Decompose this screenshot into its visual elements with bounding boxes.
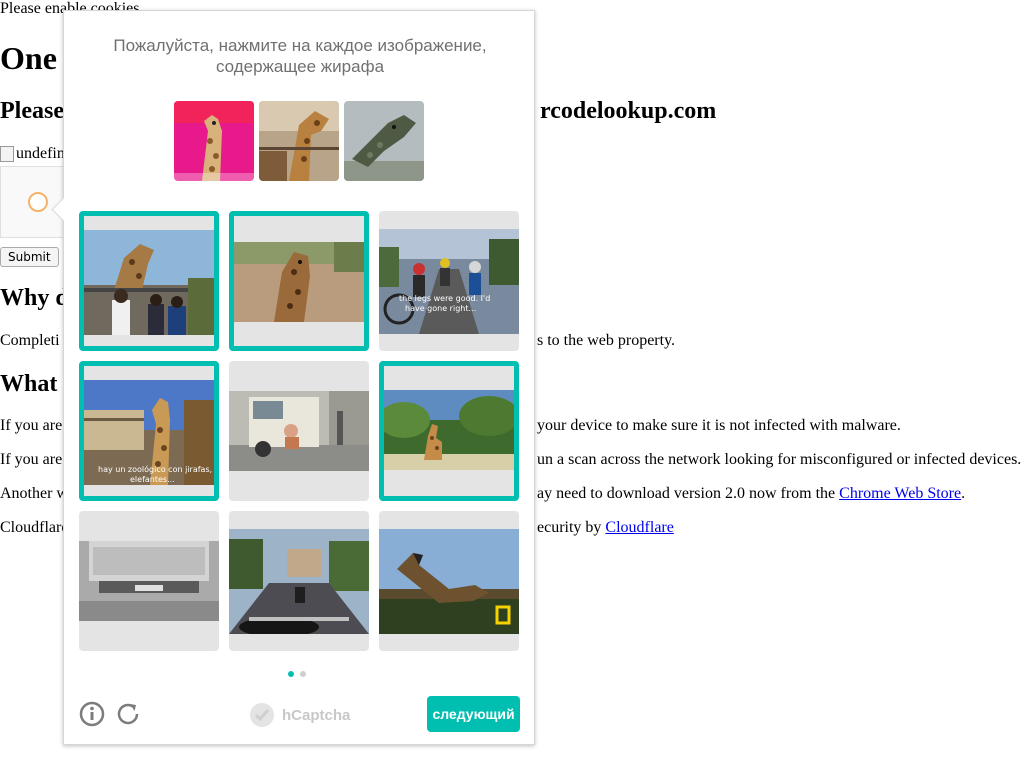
refresh-icon[interactable] [115,701,141,727]
cloudflare-link[interactable]: Cloudflare [605,519,673,536]
svg-text:hay un zoológico con jirafas,: hay un zoológico con jirafas, [98,464,212,474]
page-dot-1[interactable] [288,671,294,677]
broken-image-alt: undefin [16,145,65,162]
grid-tile-5[interactable] [229,361,369,501]
example-image-1 [174,101,254,181]
why-heading: Why d [0,285,69,311]
footer-icons [79,701,141,727]
malware-text-end: your device to make sure it is not infec… [537,417,901,434]
grid-tile-9[interactable] [379,511,519,651]
grid-tile-6[interactable] [379,361,519,501]
completing-text-end: s to the web property. [537,332,676,349]
network-text-end: un a scan across the network looking for… [537,451,1022,468]
info-icon[interactable] [79,701,105,727]
main-heading: One [0,40,57,76]
grid-tile-4[interactable]: hay un zoológico con jirafas, elefantes.… [79,361,219,501]
submit-button[interactable]: Submit [0,247,59,267]
another-text-start: Another w [0,485,68,502]
cloudflare-text-end-label: ecurity by [537,519,602,536]
example-image-3 [344,101,424,181]
svg-text:have gone right...: have gone right... [405,304,476,313]
broken-image-icon [0,146,14,162]
network-text-start: If you are [0,451,63,468]
grid-tile-7[interactable] [79,511,219,651]
hcaptcha-logo-icon [250,703,274,727]
broken-image: undefin [0,145,65,163]
challenge-prompt: Пожалуйста, нажмите на каждое изображени… [113,36,487,76]
next-button[interactable]: следующий [427,696,520,732]
page-indicator [288,671,306,677]
cloudflare-text-start: Cloudflare [0,519,69,536]
malware-text-start: If you are [0,417,63,434]
cloudflare-text-end: ecurity by Cloudflare [537,519,674,537]
another-text-end: ay need to download version 2.0 now from… [537,485,965,503]
example-images [174,101,424,181]
challenge-modal: Пожалуйста, нажмите на каждое изображени… [51,10,535,745]
svg-text:the legs were good. I'd: the legs were good. I'd [399,294,490,303]
completing-text-start: Completi [0,332,60,349]
grid-tile-1[interactable] [79,211,219,351]
svg-text:elefantes...: elefantes... [130,475,175,484]
example-image-2 [259,101,339,181]
hcaptcha-checkbox[interactable] [28,192,48,212]
hcaptcha-branding[interactable]: hCaptcha [248,701,350,729]
period: . [961,485,966,502]
domain-heading: rcodelookup.com [540,98,717,124]
hcaptcha-brand-label: hCaptcha [282,706,351,724]
what-heading: What [0,371,58,397]
page-dot-2[interactable] [300,671,306,677]
grid-tile-2[interactable] [229,211,369,351]
grid-tile-8[interactable] [229,511,369,651]
please-heading: Please [0,98,64,124]
chrome-web-store-link[interactable]: Chrome Web Store [839,485,961,502]
another-text-end-label: ay need to download version 2.0 now from… [537,485,836,502]
grid-tile-3[interactable]: the legs were good. I'd have gone right.… [379,211,519,351]
